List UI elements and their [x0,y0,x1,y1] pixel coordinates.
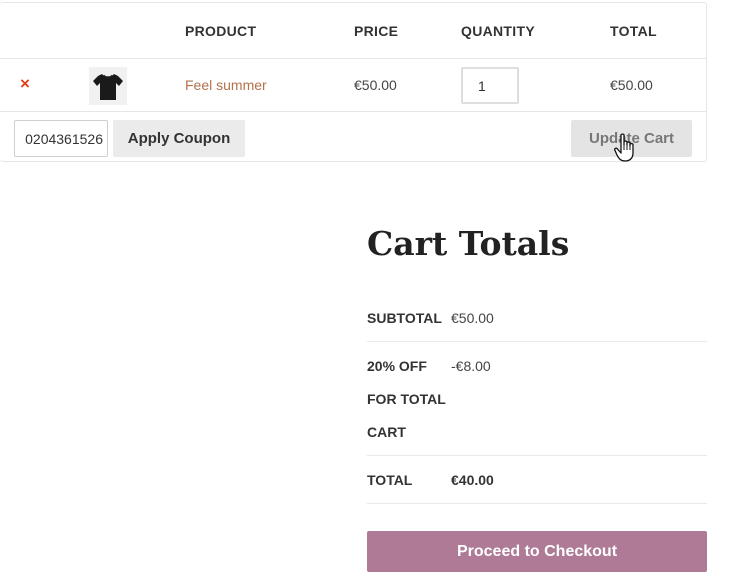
header-total: TOTAL [610,23,657,39]
subtotal-label: SUBTOTAL [367,310,442,326]
cart-table-header: PRODUCT PRICE QUANTITY TOTAL [0,3,707,59]
header-product: PRODUCT [185,23,257,39]
cart-actions: Apply Coupon Update Cart [0,112,707,162]
product-price: €50.00 [354,77,397,93]
header-quantity: QUANTITY [461,23,535,39]
quantity-input[interactable] [461,67,519,104]
discount-value: -€8.00 [451,358,491,374]
cart-table: PRODUCT PRICE QUANTITY TOTAL × Feel summ… [0,2,707,162]
coupon-code-input[interactable] [14,120,108,157]
order-total-value: €40.00 [451,472,494,488]
tshirt-icon[interactable] [89,67,127,105]
proceed-to-checkout-button[interactable]: Proceed to Checkout [367,531,707,572]
discount-row: 20% OFF FOR TOTAL CART -€8.00 [367,350,707,456]
subtotal-row: SUBTOTAL €50.00 [367,302,707,342]
header-price: PRICE [354,23,399,39]
cart-page: PRODUCT PRICE QUANTITY TOTAL × Feel summ… [0,0,731,582]
order-total-label: TOTAL [367,472,413,488]
table-row: × Feel summer €50.00 €50.00 [0,59,707,112]
cart-totals-title: Cart Totals [367,224,570,263]
hand-pointer-icon [614,133,634,162]
order-total-row: TOTAL €40.00 [367,464,707,504]
line-total: €50.00 [610,77,653,93]
subtotal-value: €50.00 [451,310,494,326]
discount-label: 20% OFF FOR TOTAL CART [367,358,446,440]
product-name-link[interactable]: Feel summer [185,77,267,93]
apply-coupon-button[interactable]: Apply Coupon [113,120,245,157]
remove-item-icon[interactable]: × [18,75,32,92]
